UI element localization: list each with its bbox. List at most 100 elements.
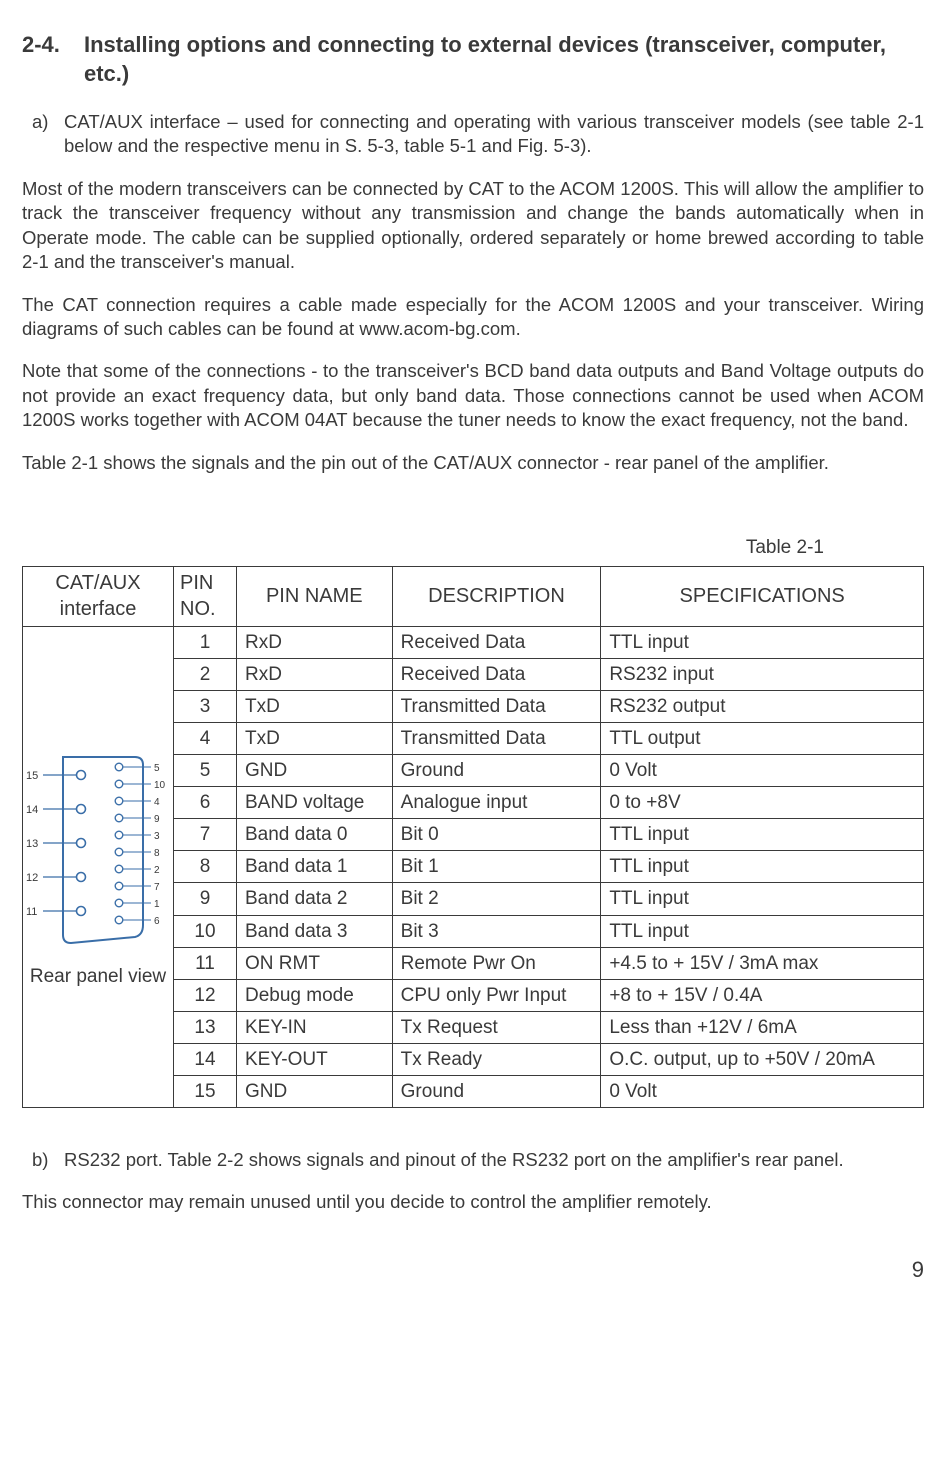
paragraph: The CAT connection requires a cable made…	[22, 293, 924, 342]
diagram-label: Rear panel view	[30, 965, 166, 989]
svg-text:11: 11	[26, 906, 37, 918]
pin-specification: RS232 input	[601, 658, 924, 690]
pin-specification: 0 Volt	[601, 755, 924, 787]
svg-text:2: 2	[154, 865, 160, 876]
svg-text:9: 9	[154, 814, 160, 825]
pin-name: GND	[237, 755, 393, 787]
svg-text:14: 14	[26, 804, 38, 816]
col-header: SPECIFICATIONS	[601, 567, 924, 627]
pin-number: 14	[174, 1043, 237, 1075]
pin-description: Remote Pwr On	[392, 947, 601, 979]
pin-name: Band data 0	[237, 819, 393, 851]
svg-text:15: 15	[26, 770, 38, 782]
svg-text:13: 13	[26, 838, 38, 850]
pin-name: TxD	[237, 690, 393, 722]
pin-description: Transmitted Data	[392, 723, 601, 755]
pin-name: Band data 1	[237, 851, 393, 883]
pin-description: Ground	[392, 1075, 601, 1107]
pin-number: 10	[174, 915, 237, 947]
pin-specification: +4.5 to + 15V / 3mA max	[601, 947, 924, 979]
pin-number: 9	[174, 883, 237, 915]
list-item-a: a) CAT/AUX interface – used for connecti…	[32, 110, 924, 159]
pin-specification: Less than +12V / 6mA	[601, 1011, 924, 1043]
list-text: RS232 port. Table 2-2 shows signals and …	[64, 1148, 844, 1172]
col-header: PIN NO.	[174, 567, 237, 627]
pin-specification: TTL input	[601, 626, 924, 658]
col-header: DESCRIPTION	[392, 567, 601, 627]
pin-specification: +8 to + 15V / 0.4A	[601, 979, 924, 1011]
pin-name: TxD	[237, 723, 393, 755]
pin-specification: TTL input	[601, 915, 924, 947]
pin-specification: TTL output	[601, 723, 924, 755]
table-row: 151413121151049382716Rear panel view1RxD…	[23, 626, 924, 658]
pin-number: 11	[174, 947, 237, 979]
pin-number: 8	[174, 851, 237, 883]
pin-number: 13	[174, 1011, 237, 1043]
pin-name: KEY-OUT	[237, 1043, 393, 1075]
list-item-b: b) RS232 port. Table 2-2 shows signals a…	[32, 1148, 924, 1172]
pin-description: Received Data	[392, 626, 601, 658]
pin-description: Analogue input	[392, 787, 601, 819]
pin-description: Received Data	[392, 658, 601, 690]
pin-specification: TTL input	[601, 851, 924, 883]
pin-description: Tx Request	[392, 1011, 601, 1043]
list-marker: a)	[32, 110, 64, 159]
section-title: Installing options and connecting to ext…	[84, 30, 924, 88]
paragraph: Note that some of the connections - to t…	[22, 359, 924, 432]
pin-name: GND	[237, 1075, 393, 1107]
pin-name: RxD	[237, 626, 393, 658]
pin-number: 15	[174, 1075, 237, 1107]
pin-description: Bit 1	[392, 851, 601, 883]
pin-name: ON RMT	[237, 947, 393, 979]
pin-description: Tx Ready	[392, 1043, 601, 1075]
pin-number: 3	[174, 690, 237, 722]
pin-specification: 0 to +8V	[601, 787, 924, 819]
pin-name: Debug mode	[237, 979, 393, 1011]
svg-text:1: 1	[154, 899, 160, 910]
svg-text:6: 6	[154, 916, 160, 927]
section-heading: 2-4. Installing options and connecting t…	[22, 30, 924, 88]
svg-text:7: 7	[154, 882, 160, 893]
svg-text:8: 8	[154, 848, 160, 859]
list-text: CAT/AUX interface – used for connecting …	[64, 110, 924, 159]
pin-description: Ground	[392, 755, 601, 787]
list-marker: b)	[32, 1148, 64, 1172]
pin-description: CPU only Pwr Input	[392, 979, 601, 1011]
section-number: 2-4.	[22, 30, 84, 88]
pin-name: BAND voltage	[237, 787, 393, 819]
pin-description: Bit 0	[392, 819, 601, 851]
table-caption: Table 2-1	[22, 535, 924, 560]
pin-number: 1	[174, 626, 237, 658]
pin-specification: RS232 output	[601, 690, 924, 722]
pin-number: 2	[174, 658, 237, 690]
col-header: PIN NAME	[237, 567, 393, 627]
paragraph: Most of the modern transceivers can be c…	[22, 177, 924, 275]
pin-specification: O.C. output, up to +50V / 20mA	[601, 1043, 924, 1075]
pin-description: Bit 2	[392, 883, 601, 915]
connector-diagram-icon: 15 14 13 12 11 5 10 4 9 3 8 2 7 1 6	[23, 745, 173, 945]
svg-text:5: 5	[154, 763, 160, 774]
svg-text:4: 4	[154, 797, 160, 808]
pin-specification: 0 Volt	[601, 1075, 924, 1107]
pin-table: CAT/AUX interface PIN NO. PIN NAME DESCR…	[22, 566, 924, 1108]
pin-number: 5	[174, 755, 237, 787]
pin-number: 4	[174, 723, 237, 755]
pin-number: 7	[174, 819, 237, 851]
pin-name: Band data 3	[237, 915, 393, 947]
pin-specification: TTL input	[601, 883, 924, 915]
pin-description: Bit 3	[392, 915, 601, 947]
svg-text:10: 10	[154, 780, 166, 791]
paragraph: Table 2-1 shows the signals and the pin …	[22, 451, 924, 475]
pin-name: RxD	[237, 658, 393, 690]
connector-diagram-cell: 15 14 13 12 11 5 10 4 9 3 8 2 7 1 6 Rear panel view	[23, 626, 174, 1107]
svg-text:3: 3	[154, 831, 160, 842]
pin-number: 6	[174, 787, 237, 819]
page-number: 9	[22, 1255, 924, 1284]
pin-number: 12	[174, 979, 237, 1011]
closing-paragraph: This connector may remain unused until y…	[22, 1190, 924, 1214]
col-header: CAT/AUX interface	[23, 567, 174, 627]
svg-text:12: 12	[26, 872, 38, 884]
pin-specification: TTL input	[601, 819, 924, 851]
pin-description: Transmitted Data	[392, 690, 601, 722]
pin-name: Band data 2	[237, 883, 393, 915]
